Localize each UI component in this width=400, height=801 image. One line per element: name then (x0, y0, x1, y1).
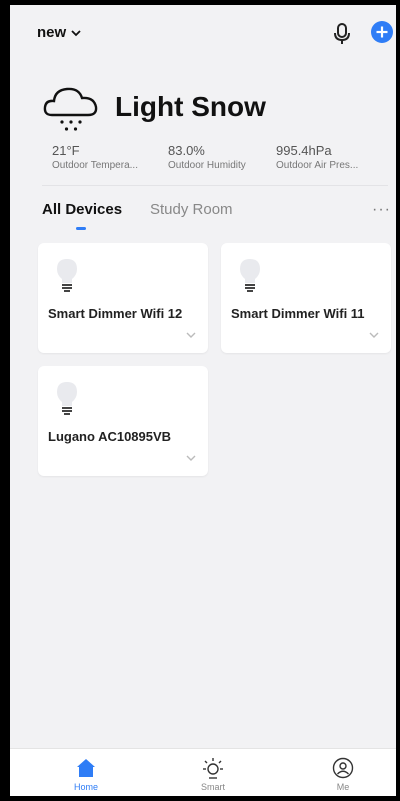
bulb-icon (240, 259, 260, 292)
room-tabs: All Devices Study Room ··· (10, 201, 396, 237)
add-device-button[interactable] (371, 21, 393, 43)
metric-value: 21°F (52, 143, 80, 158)
nav-label: Smart (200, 782, 225, 792)
chevron-down-icon[interactable] (369, 331, 379, 339)
device-card[interactable]: Lugano AC10895VB (38, 366, 208, 476)
top-bar: new (10, 5, 396, 57)
weather-panel: Light Snow 21°F Outdoor Tempera... 83.0%… (10, 85, 396, 195)
sun-icon (203, 758, 223, 779)
metric-label: Outdoor Tempera... (52, 160, 138, 171)
active-tab-indicator (76, 227, 86, 230)
home-name: new (37, 24, 67, 41)
nav-me[interactable]: Me (303, 749, 383, 796)
weather-condition: Light Snow (115, 91, 266, 122)
divider (42, 185, 388, 186)
device-card[interactable]: Smart Dimmer Wifi 12 (38, 243, 208, 353)
nav-home[interactable]: Home (46, 749, 126, 796)
metric-temperature: 21°F Outdoor Tempera... (52, 143, 138, 171)
metric-value: 83.0% (168, 143, 205, 158)
home-selector[interactable]: new (37, 24, 82, 41)
weather-metrics: 21°F Outdoor Tempera... 83.0% Outdoor Hu… (52, 143, 392, 179)
app-screen: new Light Snow 21°F Outdoor Tempera... 8… (10, 5, 396, 796)
snow-cloud-icon (43, 87, 98, 131)
home-icon (77, 759, 95, 777)
microphone-icon[interactable] (332, 22, 352, 46)
more-options-icon[interactable]: ··· (372, 201, 391, 219)
tab-all-devices[interactable]: All Devices (42, 201, 122, 218)
nav-label: Me (336, 782, 350, 792)
device-name: Smart Dimmer Wifi 11 (231, 306, 365, 321)
profile-icon (332, 757, 354, 779)
metric-label: Outdoor Humidity (168, 160, 246, 171)
bulb-icon (57, 259, 77, 292)
device-name: Lugano AC10895VB (48, 429, 172, 444)
metric-label: Outdoor Air Pres... (276, 160, 359, 171)
chevron-down-icon (71, 29, 81, 36)
nav-smart[interactable]: Smart (173, 749, 253, 796)
nav-label: Home (73, 782, 98, 792)
metric-value: 995.4hPa (276, 143, 332, 158)
device-card[interactable]: Smart Dimmer Wifi 11 (221, 243, 391, 353)
bottom-navigation: Home Smart Me (10, 748, 396, 796)
tab-study-room[interactable]: Study Room (150, 201, 233, 218)
metric-humidity: 83.0% Outdoor Humidity (168, 143, 246, 171)
bulb-icon (57, 382, 77, 415)
chevron-down-icon[interactable] (186, 454, 196, 462)
metric-air-pressure: 995.4hPa Outdoor Air Pres... (276, 143, 358, 171)
chevron-down-icon[interactable] (186, 331, 196, 339)
device-name: Smart Dimmer Wifi 12 (48, 306, 183, 321)
